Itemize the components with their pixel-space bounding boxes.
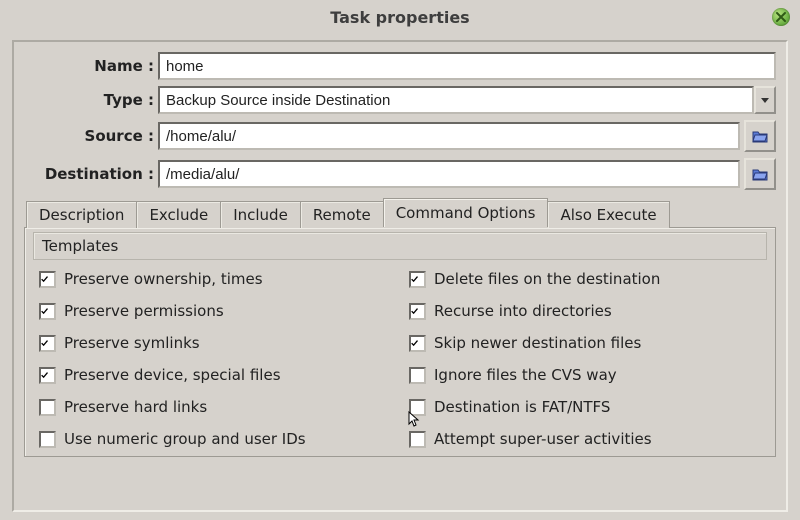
window-title: Task properties [330, 8, 469, 27]
destination-browse-button[interactable] [744, 158, 776, 190]
checkbox-label: Delete files on the destination [434, 270, 660, 288]
checkbox-fat-ntfs[interactable]: Destination is FAT/NTFS [409, 398, 761, 416]
tab-remote[interactable]: Remote [300, 201, 384, 228]
command-options-panel: Templates Preserve ownership, timesPrese… [24, 227, 776, 457]
tab-also-execute[interactable]: Also Execute [547, 201, 669, 228]
label-source: Source : [24, 127, 158, 145]
checkbox-label: Preserve ownership, times [64, 270, 263, 288]
checkbox-preserve-symlinks[interactable]: Preserve symlinks [39, 334, 391, 352]
checkbox-label: Recurse into directories [434, 302, 612, 320]
checkbox-label: Preserve device, special files [64, 366, 281, 384]
close-icon [772, 8, 790, 26]
checkbox-right-column: Delete files on the destination Recurse i… [409, 270, 761, 448]
checkbox-grid: Preserve ownership, times Preserve permis… [33, 270, 767, 448]
checkbox-box[interactable] [409, 335, 426, 352]
checkbox-preserve-device[interactable]: Preserve device, special files [39, 366, 391, 384]
destination-input[interactable] [158, 160, 740, 188]
task-properties-window: { "title": "Task properties", "fields": … [0, 0, 800, 520]
checkbox-box[interactable] [409, 399, 426, 416]
tab-exclude[interactable]: Exclude [136, 201, 221, 228]
checkbox-box[interactable] [39, 271, 56, 288]
row-source: Source : [24, 120, 776, 152]
checkbox-box[interactable] [39, 399, 56, 416]
checkbox-preserve-permissions[interactable]: Preserve permissions [39, 302, 391, 320]
label-type: Type : [24, 91, 158, 109]
close-button[interactable] [772, 8, 790, 26]
titlebar: Task properties [0, 0, 800, 34]
type-select[interactable] [158, 86, 776, 114]
checkbox-preserve-hardlinks[interactable]: Preserve hard links [39, 398, 391, 416]
type-value[interactable] [158, 86, 754, 114]
checkbox-skip-newer[interactable]: Skip newer destination files [409, 334, 761, 352]
checkbox-ignore-cvs[interactable]: Ignore files the CVS way [409, 366, 761, 384]
row-name: Name : [24, 52, 776, 80]
tab-bar: Description Exclude Include Remote Comma… [24, 198, 776, 227]
templates-header: Templates [33, 232, 767, 260]
checkbox-label: Destination is FAT/NTFS [434, 398, 610, 416]
checkbox-label: Attempt super-user activities [434, 430, 652, 448]
type-dropdown-button[interactable] [754, 86, 776, 114]
row-type: Type : [24, 86, 776, 114]
checkbox-box[interactable] [409, 271, 426, 288]
checkbox-box[interactable] [409, 431, 426, 448]
chevron-down-icon [761, 98, 769, 103]
checkbox-super-user[interactable]: Attempt super-user activities [409, 430, 761, 448]
checkbox-box[interactable] [39, 367, 56, 384]
tab-include[interactable]: Include [220, 201, 301, 228]
checkbox-box[interactable] [409, 303, 426, 320]
name-input[interactable] [158, 52, 776, 80]
checkbox-label: Preserve permissions [64, 302, 224, 320]
folder-open-icon [751, 165, 769, 183]
checkbox-label: Preserve hard links [64, 398, 207, 416]
label-destination: Destination : [24, 165, 158, 183]
checkbox-label: Ignore files the CVS way [434, 366, 617, 384]
checkbox-box[interactable] [39, 335, 56, 352]
checkbox-recurse[interactable]: Recurse into directories [409, 302, 761, 320]
content-frame: Name : Type : Source : [12, 40, 788, 512]
label-name: Name : [24, 57, 158, 75]
tab-command-options[interactable]: Command Options [383, 198, 549, 227]
row-destination: Destination : [24, 158, 776, 190]
checkbox-label: Skip newer destination files [434, 334, 641, 352]
checkbox-box[interactable] [39, 303, 56, 320]
tab-description[interactable]: Description [26, 201, 137, 228]
checkbox-delete-dest[interactable]: Delete files on the destination [409, 270, 761, 288]
checkbox-label: Preserve symlinks [64, 334, 200, 352]
checkbox-left-column: Preserve ownership, times Preserve permis… [39, 270, 391, 448]
source-input[interactable] [158, 122, 740, 150]
source-browse-button[interactable] [744, 120, 776, 152]
checkbox-box[interactable] [39, 431, 56, 448]
checkbox-preserve-ownership[interactable]: Preserve ownership, times [39, 270, 391, 288]
checkbox-label: Use numeric group and user IDs [64, 430, 306, 448]
checkbox-box[interactable] [409, 367, 426, 384]
folder-open-icon [751, 127, 769, 145]
checkbox-numeric-ids[interactable]: Use numeric group and user IDs [39, 430, 391, 448]
